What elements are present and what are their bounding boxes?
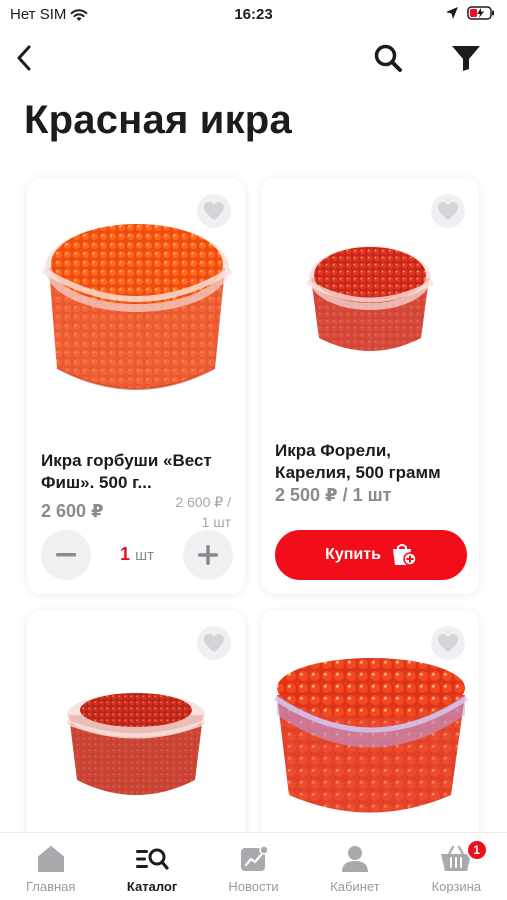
product-card[interactable]	[261, 610, 479, 850]
tab-cart[interactable]: Корзина 1	[406, 833, 507, 900]
quantity-value: 1	[120, 544, 131, 564]
product-name: Икра Форели, Карелия, 500 грамм	[275, 441, 441, 482]
quantity-unit: шт	[135, 547, 154, 564]
back-chevron-icon	[17, 45, 31, 71]
product-price: 2 600 ₽	[41, 501, 104, 521]
heart-icon	[438, 634, 458, 652]
favorite-button[interactable]	[197, 194, 231, 228]
status-bar: Нет SIM 16:23	[0, 0, 507, 30]
user-icon	[341, 846, 368, 872]
buy-button[interactable]: Купить	[275, 530, 467, 580]
minus-icon	[56, 553, 76, 557]
battery-charging-icon	[467, 6, 494, 20]
tab-news[interactable]: Новости	[203, 833, 304, 900]
unit-price-line-2: 1 шт	[201, 514, 231, 530]
tab-account[interactable]: Кабинет	[304, 833, 405, 900]
tab-label: Кабинет	[330, 879, 380, 894]
quantity-display: 1 шт	[91, 544, 183, 565]
favorite-button[interactable]	[431, 194, 465, 228]
search-button[interactable]	[368, 38, 408, 78]
quantity-stepper: 1 шт	[41, 530, 233, 580]
tab-catalog[interactable]: Каталог	[101, 833, 202, 900]
tab-label: Корзина	[431, 879, 482, 894]
tab-label: Каталог	[126, 879, 178, 894]
product-price: 2 500 ₽ / 1 шт	[275, 485, 392, 505]
heart-icon	[204, 202, 224, 220]
status-time: 16:23	[234, 6, 273, 23]
search-icon	[374, 44, 402, 72]
location-arrow-icon	[446, 7, 458, 19]
favorite-button[interactable]	[197, 626, 231, 660]
product-card[interactable]: Икра горбуши «Вест Фиш». 500 г... 2 600 …	[27, 178, 245, 594]
filter-button[interactable]	[446, 38, 486, 78]
favorite-button[interactable]	[431, 626, 465, 660]
plus-icon	[198, 545, 218, 565]
product-name: Икра горбуши «Вест Фиш». 500 г...	[41, 451, 212, 492]
heart-icon	[438, 202, 458, 220]
tab-home[interactable]: Главная	[0, 833, 101, 900]
decrease-button[interactable]	[41, 530, 91, 580]
unit-price-line-1: 2 600 ₽ /	[175, 494, 231, 510]
increase-button[interactable]	[183, 530, 233, 580]
top-nav	[0, 30, 507, 86]
tab-bar: Главная Каталог Новости Кабинет Корзина …	[0, 832, 507, 900]
product-card[interactable]: Икра Форели, Карелия, 500 грамм 2 500 ₽ …	[261, 178, 479, 594]
news-icon	[240, 845, 269, 871]
add-to-cart-icon	[392, 544, 417, 566]
screen: Нет SIM 16:23 Красная икра Икра горбуши …	[0, 0, 507, 900]
catalog-search-icon	[136, 848, 169, 870]
back-button[interactable]	[4, 38, 44, 78]
status-right	[445, 6, 495, 20]
buy-button-label: Купить	[325, 546, 381, 563]
home-icon	[37, 846, 64, 872]
page-title: Красная икра	[24, 98, 292, 142]
unit-price: 2 600 ₽ / 1 шт	[175, 492, 231, 532]
tab-label: Главная	[25, 879, 76, 894]
product-card[interactable]	[27, 610, 245, 850]
tab-label: Новости	[228, 879, 279, 894]
filter-icon	[452, 46, 480, 71]
heart-icon	[204, 634, 224, 652]
cart-badge: 1	[465, 839, 488, 861]
